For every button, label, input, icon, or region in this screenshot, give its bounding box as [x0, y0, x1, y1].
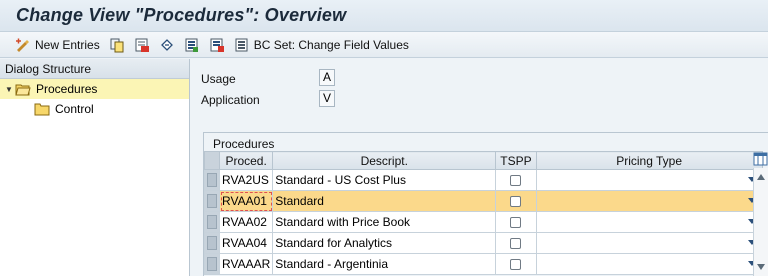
new-entries-icon: [15, 37, 31, 53]
pricing-type-dropdown[interactable]: [535, 211, 763, 233]
tspp-checkbox[interactable]: [510, 175, 522, 187]
application-label: Application: [201, 93, 260, 107]
select-block-button[interactable]: [206, 35, 228, 55]
procedures-table-control: Procedures Proced. Descript. TSPP Pricin…: [203, 132, 768, 276]
tspp-checkbox-cell[interactable]: [495, 190, 537, 212]
expand-arrow-icon[interactable]: ▼: [3, 85, 15, 94]
vertical-scrollbar[interactable]: [753, 168, 768, 276]
bc-set-label: BC Set: Change Field Values: [253, 37, 409, 52]
row-selector[interactable]: [204, 190, 220, 212]
usage-label: Usage: [201, 72, 236, 86]
descript-cell[interactable]: Standard: [272, 190, 497, 212]
table-row[interactable]: RVAA04 Standard for Analytics: [204, 232, 763, 254]
procedures-table: Proced. Descript. TSPP Pricing Type RVA2…: [204, 151, 763, 275]
row-selector[interactable]: [204, 232, 220, 254]
application-toolbar: New Entries BC Set: Change Field Values: [0, 32, 768, 58]
scroll-down-icon[interactable]: [757, 264, 765, 270]
row-selector[interactable]: [204, 253, 220, 275]
row-selector[interactable]: [204, 169, 220, 191]
usage-field: A: [319, 69, 335, 86]
descript-cell[interactable]: Standard - US Cost Plus: [272, 169, 497, 191]
column-header-tspp[interactable]: TSPP: [495, 151, 537, 170]
new-entries-label: New Entries: [35, 37, 100, 52]
new-entries-button[interactable]: New Entries: [12, 35, 103, 55]
scroll-up-icon[interactable]: [757, 174, 765, 180]
select-all-rows-header[interactable]: [204, 151, 220, 170]
copy-icon: [109, 37, 125, 53]
proced-cell[interactable]: RVAA02: [218, 211, 274, 233]
bc-set-icon: [234, 37, 250, 53]
tspp-checkbox-cell[interactable]: [495, 169, 537, 191]
descript-cell[interactable]: Standard for Analytics: [272, 232, 497, 254]
folder-open-icon: [15, 81, 31, 97]
proced-cell[interactable]: RVAAAR: [218, 253, 274, 275]
tree-item-label: Control: [55, 102, 94, 116]
delete-icon: [134, 37, 150, 53]
procedures-table-title: Procedures: [213, 137, 275, 151]
main-content: Usage A Application V Procedures Proced.…: [191, 59, 768, 276]
column-settings-icon[interactable]: [753, 151, 768, 167]
select-block-icon: [209, 37, 225, 53]
tspp-checkbox-cell[interactable]: [495, 232, 537, 254]
row-selector[interactable]: [204, 211, 220, 233]
proced-cell[interactable]: RVAA04: [218, 232, 274, 254]
tspp-checkbox-cell[interactable]: [495, 253, 537, 275]
undo-change-icon: [159, 37, 175, 53]
table-row[interactable]: RVAAAR Standard - Argentinia: [204, 253, 763, 275]
tspp-checkbox[interactable]: [510, 238, 522, 250]
table-row[interactable]: RVAA01 Standard: [204, 190, 763, 212]
pricing-type-dropdown[interactable]: [535, 232, 763, 254]
pricing-type-dropdown[interactable]: [535, 253, 763, 275]
descript-cell[interactable]: Standard - Argentinia: [272, 253, 497, 275]
dialog-structure-header: Dialog Structure: [0, 59, 189, 79]
delete-button[interactable]: [131, 35, 153, 55]
column-header-proced[interactable]: Proced.: [218, 151, 274, 170]
title-bar: Change View "Procedures": Overview: [0, 0, 768, 32]
pricing-type-dropdown[interactable]: [535, 169, 763, 191]
tspp-checkbox[interactable]: [510, 259, 522, 271]
folder-icon: [34, 101, 50, 117]
tspp-checkbox-cell[interactable]: [495, 211, 537, 233]
column-header-pricing-type[interactable]: Pricing Type: [535, 151, 763, 170]
descript-cell[interactable]: Standard with Price Book: [272, 211, 497, 233]
tree-item-procedures[interactable]: ▼ Procedures: [0, 79, 189, 99]
undo-change-button[interactable]: [156, 35, 178, 55]
select-all-icon: [184, 37, 200, 53]
tree-item-label: Procedures: [36, 82, 98, 96]
tspp-checkbox[interactable]: [510, 217, 522, 229]
table-row[interactable]: RVAA02 Standard with Price Book: [204, 211, 763, 233]
column-header-descript[interactable]: Descript.: [272, 151, 497, 170]
copy-button[interactable]: [106, 35, 128, 55]
bc-set-change-field-values-button[interactable]: BC Set: Change Field Values: [231, 35, 412, 55]
page-title: Change View "Procedures": Overview: [16, 5, 347, 25]
table-row[interactable]: RVA2US Standard - US Cost Plus: [204, 169, 763, 191]
tspp-checkbox[interactable]: [510, 196, 522, 208]
pricing-type-dropdown[interactable]: [535, 190, 763, 212]
select-all-button[interactable]: [181, 35, 203, 55]
application-field: V: [319, 90, 335, 107]
proced-cell[interactable]: RVA2US: [218, 169, 274, 191]
dialog-structure-panel: Dialog Structure ▼ Procedures Control: [0, 59, 190, 276]
tree-item-control[interactable]: Control: [0, 99, 94, 119]
proced-cell[interactable]: RVAA01: [218, 190, 274, 212]
